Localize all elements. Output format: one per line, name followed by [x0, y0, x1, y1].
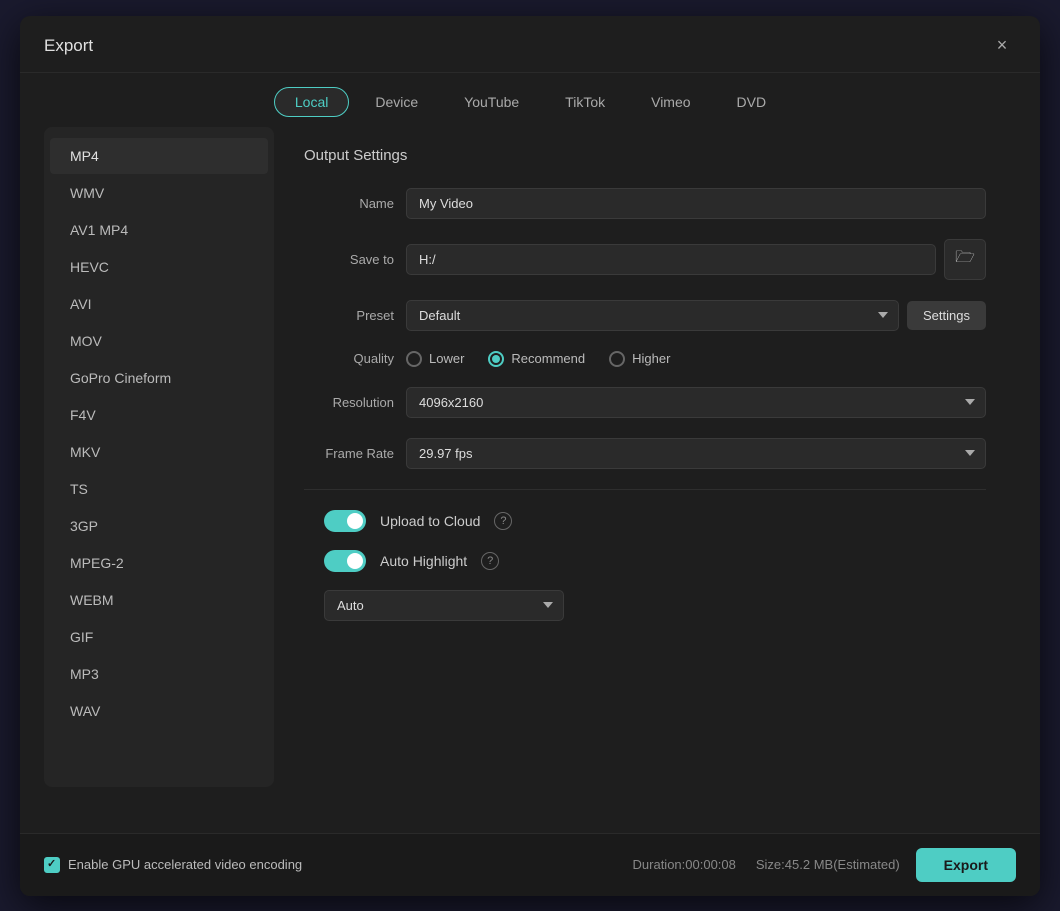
- gpu-checkbox-label: Enable GPU accelerated video encoding: [68, 857, 302, 872]
- tab-local[interactable]: Local: [274, 87, 349, 117]
- dialog-footer: Enable GPU accelerated video encoding Du…: [20, 833, 1040, 896]
- format-av1mp4[interactable]: AV1 MP4: [50, 212, 268, 248]
- preset-label: Preset: [304, 308, 394, 323]
- auto-highlight-slider: [324, 550, 366, 572]
- size-info: Size:45.2 MB(Estimated): [756, 857, 900, 872]
- frame-rate-select[interactable]: 29.97 fps 23.976 fps 25 fps 30 fps 60 fp…: [406, 438, 986, 469]
- format-hevc[interactable]: HEVC: [50, 249, 268, 285]
- quality-lower[interactable]: Lower: [406, 351, 464, 367]
- tab-vimeo[interactable]: Vimeo: [631, 87, 710, 117]
- name-input[interactable]: [406, 188, 986, 219]
- preset-select[interactable]: Default High Quality Low Quality: [406, 300, 899, 331]
- name-row: Name: [304, 188, 986, 219]
- section-title: Output Settings: [304, 147, 986, 164]
- upload-cloud-toggle[interactable]: [324, 510, 366, 532]
- save-to-input[interactable]: [406, 244, 936, 275]
- dialog-title: Export: [44, 36, 93, 56]
- save-to-input-group: 🗁: [406, 239, 986, 280]
- upload-cloud-help-icon[interactable]: ?: [494, 512, 512, 530]
- divider: [304, 489, 986, 490]
- format-mkv[interactable]: MKV: [50, 434, 268, 470]
- format-mpeg2[interactable]: MPEG-2: [50, 545, 268, 581]
- quality-recommend[interactable]: Recommend: [488, 351, 585, 367]
- format-wmv[interactable]: WMV: [50, 175, 268, 211]
- resolution-row: Resolution 4096x2160 1920x1080 1280x720 …: [304, 387, 986, 418]
- auto-highlight-row: Auto Highlight ?: [304, 550, 986, 572]
- preset-row: Preset Default High Quality Low Quality …: [304, 300, 986, 331]
- content-area: MP4 WMV AV1 MP4 HEVC AVI MOV GoPro Cinef…: [20, 127, 1040, 833]
- tab-device[interactable]: Device: [355, 87, 438, 117]
- quality-higher-radio[interactable]: [609, 351, 625, 367]
- preset-input-group: Default High Quality Low Quality Setting…: [406, 300, 986, 331]
- quality-options: Lower Recommend Higher: [406, 351, 670, 367]
- save-to-row: Save to 🗁: [304, 239, 986, 280]
- auto-highlight-label: Auto Highlight: [380, 553, 467, 569]
- tab-tiktok[interactable]: TikTok: [545, 87, 625, 117]
- frame-rate-row: Frame Rate 29.97 fps 23.976 fps 25 fps 3…: [304, 438, 986, 469]
- output-settings-panel: Output Settings Name Save to 🗁 Preset: [274, 127, 1016, 817]
- upload-cloud-label: Upload to Cloud: [380, 513, 480, 529]
- format-f4v[interactable]: F4V: [50, 397, 268, 433]
- tabs-bar: Local Device YouTube TikTok Vimeo DVD: [20, 73, 1040, 127]
- upload-cloud-slider: [324, 510, 366, 532]
- folder-button[interactable]: 🗁: [944, 239, 986, 280]
- upload-cloud-row: Upload to Cloud ?: [304, 510, 986, 532]
- tab-dvd[interactable]: DVD: [717, 87, 787, 117]
- auto-highlight-help-icon[interactable]: ?: [481, 552, 499, 570]
- quality-lower-label: Lower: [429, 351, 464, 366]
- format-mov[interactable]: MOV: [50, 323, 268, 359]
- gpu-checkbox-row[interactable]: Enable GPU accelerated video encoding: [44, 857, 302, 873]
- resolution-select[interactable]: 4096x2160 1920x1080 1280x720 720x480: [406, 387, 986, 418]
- export-button[interactable]: Export: [916, 848, 1016, 882]
- export-dialog: Export × Local Device YouTube TikTok Vim…: [20, 16, 1040, 896]
- dialog-header: Export ×: [20, 16, 1040, 73]
- settings-button[interactable]: Settings: [907, 301, 986, 330]
- duration-info: Duration:00:00:08: [633, 857, 736, 872]
- format-gopro[interactable]: GoPro Cineform: [50, 360, 268, 396]
- save-to-label: Save to: [304, 252, 394, 267]
- format-ts[interactable]: TS: [50, 471, 268, 507]
- format-3gp[interactable]: 3GP: [50, 508, 268, 544]
- tab-youtube[interactable]: YouTube: [444, 87, 539, 117]
- format-webm[interactable]: WEBM: [50, 582, 268, 618]
- format-mp3[interactable]: MP3: [50, 656, 268, 692]
- auto-select-select[interactable]: Auto Manual: [324, 590, 564, 621]
- quality-lower-radio[interactable]: [406, 351, 422, 367]
- quality-label: Quality: [304, 351, 394, 366]
- gpu-checkbox[interactable]: [44, 857, 60, 873]
- frame-rate-label: Frame Rate: [304, 446, 394, 461]
- format-gif[interactable]: GIF: [50, 619, 268, 655]
- quality-recommend-radio[interactable]: [488, 351, 504, 367]
- format-mp4[interactable]: MP4: [50, 138, 268, 174]
- name-label: Name: [304, 196, 394, 211]
- format-wav[interactable]: WAV: [50, 693, 268, 729]
- auto-highlight-toggle[interactable]: [324, 550, 366, 572]
- quality-recommend-label: Recommend: [511, 351, 585, 366]
- footer-info: Duration:00:00:08 Size:45.2 MB(Estimated…: [633, 857, 900, 872]
- close-button[interactable]: ×: [988, 32, 1016, 60]
- quality-higher-label: Higher: [632, 351, 670, 366]
- format-avi[interactable]: AVI: [50, 286, 268, 322]
- quality-higher[interactable]: Higher: [609, 351, 670, 367]
- quality-row: Quality Lower Recommend Higher: [304, 351, 986, 367]
- format-sidebar: MP4 WMV AV1 MP4 HEVC AVI MOV GoPro Cinef…: [44, 127, 274, 787]
- auto-select-row: Auto Manual: [304, 590, 986, 621]
- resolution-label: Resolution: [304, 395, 394, 410]
